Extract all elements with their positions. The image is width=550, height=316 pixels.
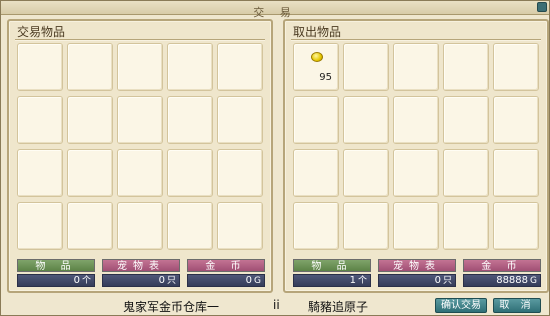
item-slot[interactable] xyxy=(117,149,163,197)
item-slot[interactable]: 95 xyxy=(293,43,339,91)
pets-unit: 只 xyxy=(166,276,176,286)
left-player-name: 鬼家军金币仓库一 xyxy=(123,300,220,314)
item-slot[interactable] xyxy=(493,96,539,144)
title-bar[interactable]: 交 易 xyxy=(1,1,549,19)
item-slot[interactable] xyxy=(67,202,113,250)
close-button[interactable] xyxy=(537,2,547,12)
pets-count-value: 0 xyxy=(158,275,165,286)
items-count-value: 0 xyxy=(73,275,80,286)
item-slot[interactable] xyxy=(17,202,63,250)
pets-label: 宠物表 xyxy=(378,259,456,272)
item-slot[interactable] xyxy=(17,43,63,91)
panel-divider xyxy=(15,39,265,41)
stat-values: 0个 0只 0G xyxy=(17,274,265,287)
item-slot[interactable] xyxy=(217,43,263,91)
stat-labels: 物 品 宠物表 金 币 xyxy=(17,259,265,272)
item-slot[interactable] xyxy=(217,149,263,197)
gold-label: 金 币 xyxy=(187,259,265,272)
pets-count: 0只 xyxy=(102,274,180,287)
gold-unit: G xyxy=(530,276,537,286)
pets-count: 0只 xyxy=(378,274,456,287)
received-items-panel: 取出物品 95 物 品 宠物表 金 币 1 个 0 只 88888 G xyxy=(283,19,549,293)
item-slot[interactable] xyxy=(443,96,489,144)
gold-coin-icon xyxy=(311,52,323,62)
item-slot[interactable] xyxy=(67,43,113,91)
gold-amount[interactable]: 0G xyxy=(187,274,265,287)
gold-amount-value: 88888 xyxy=(496,275,529,286)
items-unit: 个 xyxy=(357,276,367,286)
window-title: 交 易 xyxy=(253,6,297,19)
item-slot[interactable] xyxy=(343,96,389,144)
gold-label: 金 币 xyxy=(463,259,541,272)
item-slot[interactable] xyxy=(117,43,163,91)
item-slot[interactable] xyxy=(493,202,539,250)
item-slot[interactable] xyxy=(167,96,213,144)
confirm-trade-button[interactable]: 确认交易 xyxy=(435,298,487,313)
item-slot[interactable] xyxy=(167,149,213,197)
item-slot[interactable] xyxy=(443,202,489,250)
items-count-value: 1 xyxy=(349,275,356,286)
stat-labels: 物 品 宠物表 金 币 xyxy=(293,259,541,272)
item-slot[interactable] xyxy=(343,43,389,91)
items-count: 0个 xyxy=(17,274,95,287)
items-label: 物 品 xyxy=(17,259,95,272)
trade-items-grid xyxy=(17,43,263,250)
item-slot[interactable] xyxy=(67,149,113,197)
item-slot[interactable] xyxy=(67,96,113,144)
item-slot[interactable] xyxy=(393,43,439,91)
trade-window: 交 易 交易物品 物 品 宠物表 金 币 0 个 0 只 0 G 取出物品 95… xyxy=(0,0,550,316)
item-slot[interactable] xyxy=(167,43,213,91)
item-slot[interactable] xyxy=(493,149,539,197)
item-slot[interactable] xyxy=(217,96,263,144)
item-slot[interactable] xyxy=(17,96,63,144)
item-slot[interactable] xyxy=(117,96,163,144)
item-slot[interactable] xyxy=(217,202,263,250)
item-slot[interactable] xyxy=(443,43,489,91)
gold-amount: 88888 G xyxy=(463,274,541,287)
items-label: 物 品 xyxy=(293,259,371,272)
trade-items-panel: 交易物品 物 品 宠物表 金 币 0 个 0 只 0 G xyxy=(7,19,273,293)
item-slot[interactable] xyxy=(393,149,439,197)
item-slot[interactable] xyxy=(293,149,339,197)
slot-count: 95 xyxy=(319,72,332,83)
item-slot[interactable] xyxy=(343,202,389,250)
item-slot[interactable] xyxy=(343,149,389,197)
trade-items-title: 交易物品 xyxy=(17,25,66,39)
item-slot[interactable] xyxy=(393,202,439,250)
item-slot[interactable] xyxy=(17,149,63,197)
items-unit: 个 xyxy=(81,276,91,286)
items-count: 1个 xyxy=(293,274,371,287)
item-slot[interactable] xyxy=(493,43,539,91)
cancel-button[interactable]: 取 消 xyxy=(493,298,541,313)
pets-count-value: 0 xyxy=(434,275,441,286)
separator-text: ii xyxy=(273,298,280,312)
received-items-title: 取出物品 xyxy=(293,25,342,39)
item-slot[interactable] xyxy=(393,96,439,144)
gold-amount-value: 0 xyxy=(245,275,253,286)
pets-unit: 只 xyxy=(442,276,452,286)
pets-label: 宠物表 xyxy=(102,259,180,272)
item-slot[interactable] xyxy=(293,202,339,250)
stat-values: 1个 0只 88888 G xyxy=(293,274,541,287)
received-items-grid: 95 xyxy=(293,43,539,250)
panel-divider xyxy=(291,39,541,41)
item-slot[interactable] xyxy=(117,202,163,250)
item-slot[interactable] xyxy=(293,96,339,144)
footer: 鬼家军金币仓库一 ii 騎豬追原子 确认交易 取 消 xyxy=(1,296,549,316)
right-player-name: 騎豬追原子 xyxy=(308,300,369,314)
item-slot[interactable] xyxy=(167,202,213,250)
item-slot[interactable] xyxy=(443,149,489,197)
gold-unit: G xyxy=(254,276,261,286)
